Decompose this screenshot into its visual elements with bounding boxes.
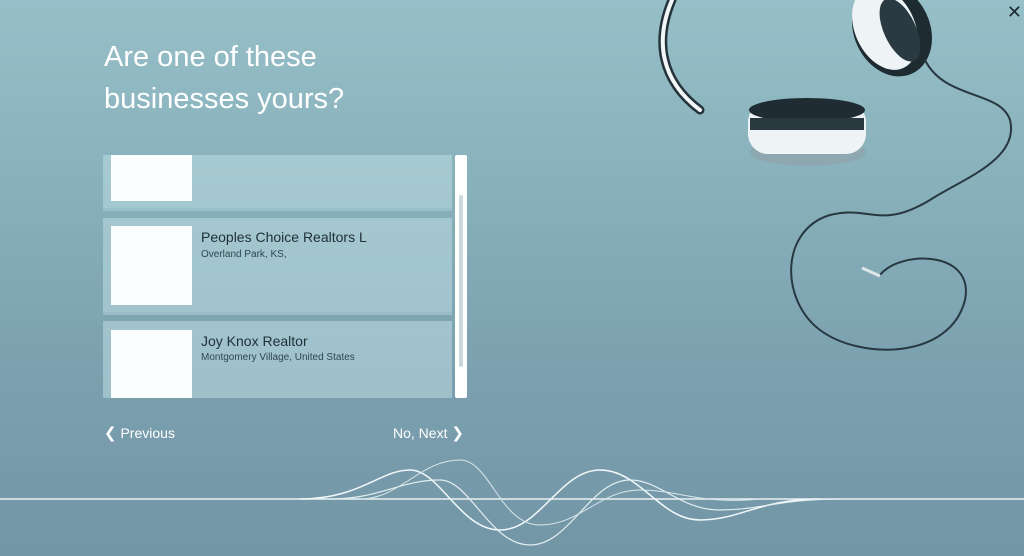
title-line-2: businesses yours? bbox=[104, 83, 345, 115]
page-title: Are one of these businesses yours? bbox=[104, 36, 464, 120]
business-name: Joy Knox Realtor bbox=[201, 333, 308, 349]
close-icon[interactable]: ✕ bbox=[1007, 2, 1022, 23]
next-label: No, Next bbox=[393, 425, 448, 441]
business-card[interactable] bbox=[103, 155, 452, 211]
previous-label: Previous bbox=[120, 425, 175, 441]
title-line-1: Are one of these bbox=[104, 41, 317, 73]
next-button[interactable]: No, Next ❯ bbox=[393, 424, 464, 442]
business-card[interactable]: Joy Knox Realtor Montgomery Village, Uni… bbox=[103, 321, 452, 398]
chevron-right-icon: ❯ bbox=[451, 425, 464, 442]
previous-button[interactable]: ❮ Previous bbox=[104, 424, 175, 442]
business-thumbnail bbox=[111, 226, 192, 305]
business-thumbnail bbox=[111, 330, 192, 398]
chevron-left-icon: ❮ bbox=[104, 425, 117, 442]
business-location: Montgomery Village, United States bbox=[201, 352, 355, 363]
business-card[interactable]: Peoples Choice Realtors L Overland Park,… bbox=[103, 218, 452, 315]
business-location: Overland Park, KS, bbox=[201, 249, 287, 260]
business-list[interactable]: Peoples Choice Realtors L Overland Park,… bbox=[103, 155, 470, 398]
business-thumbnail bbox=[111, 155, 192, 201]
business-name: Peoples Choice Realtors L bbox=[201, 229, 367, 245]
scrollbar-thumb[interactable] bbox=[459, 195, 463, 367]
list-scrollbar[interactable] bbox=[455, 155, 467, 398]
